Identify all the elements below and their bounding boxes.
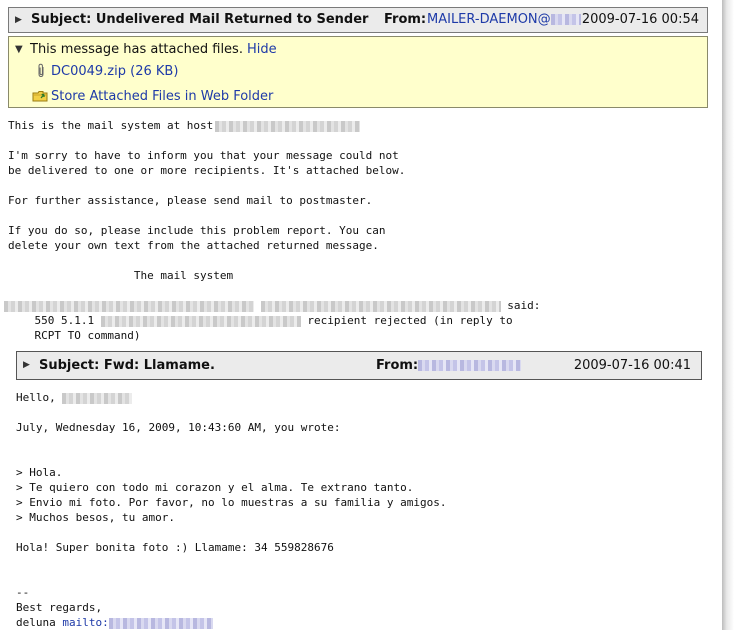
message-date: 2009-07-16 00:54 — [581, 12, 699, 27]
forwarded-body: Hello, July, Wednesday 16, 2009, 10:43:6… — [16, 390, 706, 630]
redacted-email — [108, 617, 213, 629]
signature-mail-system: The mail system — [8, 269, 234, 282]
from-address-text: MAILER-DAEMON@ — [427, 12, 551, 27]
body-line-6: delete your own text from the attached r… — [8, 239, 379, 252]
forwarded-date: 2009-07-16 00:41 — [573, 358, 691, 373]
message-subject: Subject: Undelivered Mail Returned to Se… — [31, 12, 369, 27]
body-line-4: For further assistance, please send mail… — [8, 194, 373, 207]
quote-line-1: > Hola. — [16, 466, 63, 479]
greeting: Hello, — [16, 391, 56, 404]
mailto-link[interactable]: mailto: — [62, 616, 213, 629]
redacted-sender — [418, 360, 521, 371]
message-header[interactable]: ▶ Subject: Undelivered Mail Returned to … — [8, 7, 708, 33]
body-line-1: This is the mail system at host — [8, 119, 214, 132]
redacted-recipient — [4, 300, 254, 312]
quote-line-3: > Envio mi foto. Por favor, no lo muestr… — [16, 496, 447, 509]
redacted-name — [62, 392, 133, 404]
body-line-3: be delivered to one or more recipients. … — [8, 164, 406, 177]
attachments-panel: ▼ This message has attached files. Hide D… — [8, 36, 708, 108]
web-folder-icon — [32, 91, 48, 102]
error-code: 550 5.1.1 — [8, 314, 95, 327]
forwarded-subject: Subject: Fwd: Llamame. — [39, 358, 215, 373]
quote-line-2: > Te quiero con todo mi corazon y el alm… — [16, 481, 414, 494]
redacted-address — [100, 315, 301, 327]
wrote-line: July, Wednesday 16, 2009, 10:43:60 AM, y… — [16, 421, 341, 434]
regards-line: Best regards, — [16, 601, 103, 614]
attachments-notice-text: This message has attached files. — [30, 42, 243, 57]
said-label: said: — [507, 299, 541, 312]
sender-name: deluna — [16, 616, 56, 629]
error-detail: RCPT TO command) — [8, 329, 141, 342]
expand-triangle-icon[interactable]: ▶ — [23, 352, 30, 379]
attachment-file-link[interactable]: DC0049.zip (26 KB) — [38, 63, 179, 79]
from-address-link[interactable]: MAILER-DAEMON@ — [427, 8, 581, 32]
forwarded-message-header[interactable]: ▶ Subject: Fwd: Llamame. From: 2009-07-1… — [16, 351, 702, 380]
body-line-5: If you do so, please include this proble… — [8, 224, 386, 237]
hide-attachments-link[interactable]: Hide — [247, 42, 277, 57]
reply-line: Hola! Super bonita foto :) Llamame: 34 5… — [16, 541, 334, 554]
store-in-web-folder-label: Store Attached Files in Web Folder — [51, 89, 274, 104]
store-in-web-folder-link[interactable]: Store Attached Files in Web Folder — [32, 89, 274, 104]
collapse-triangle-icon[interactable]: ▼ — [15, 44, 23, 55]
error-reason: recipient rejected (in reply to — [307, 314, 513, 327]
quote-line-4: > Muchos besos, tu amor. — [16, 511, 175, 524]
window-shadow — [722, 0, 734, 630]
attachment-file-name: DC0049.zip (26 KB) — [51, 64, 179, 79]
redacted-domain — [550, 14, 581, 25]
message-body: This is the mail system at host I'm sorr… — [4, 118, 708, 343]
paperclip-icon — [38, 63, 44, 78]
mailto-text: mailto: — [62, 616, 109, 629]
forwarded-from-label: From: — [376, 358, 419, 373]
expand-triangle-icon[interactable]: ▶ — [15, 8, 22, 32]
redacted-hostname — [215, 120, 361, 132]
body-line-2: I'm sorry to have to inform you that you… — [8, 149, 399, 162]
forwarded-from-value[interactable] — [418, 352, 521, 379]
redacted-server — [260, 300, 501, 312]
from-label: From: — [384, 12, 427, 27]
attachments-notice: This message has attached files. Hide — [30, 42, 277, 57]
signature-separator: -- — [16, 586, 30, 599]
message-view: ▶ Subject: Undelivered Mail Returned to … — [0, 0, 722, 630]
